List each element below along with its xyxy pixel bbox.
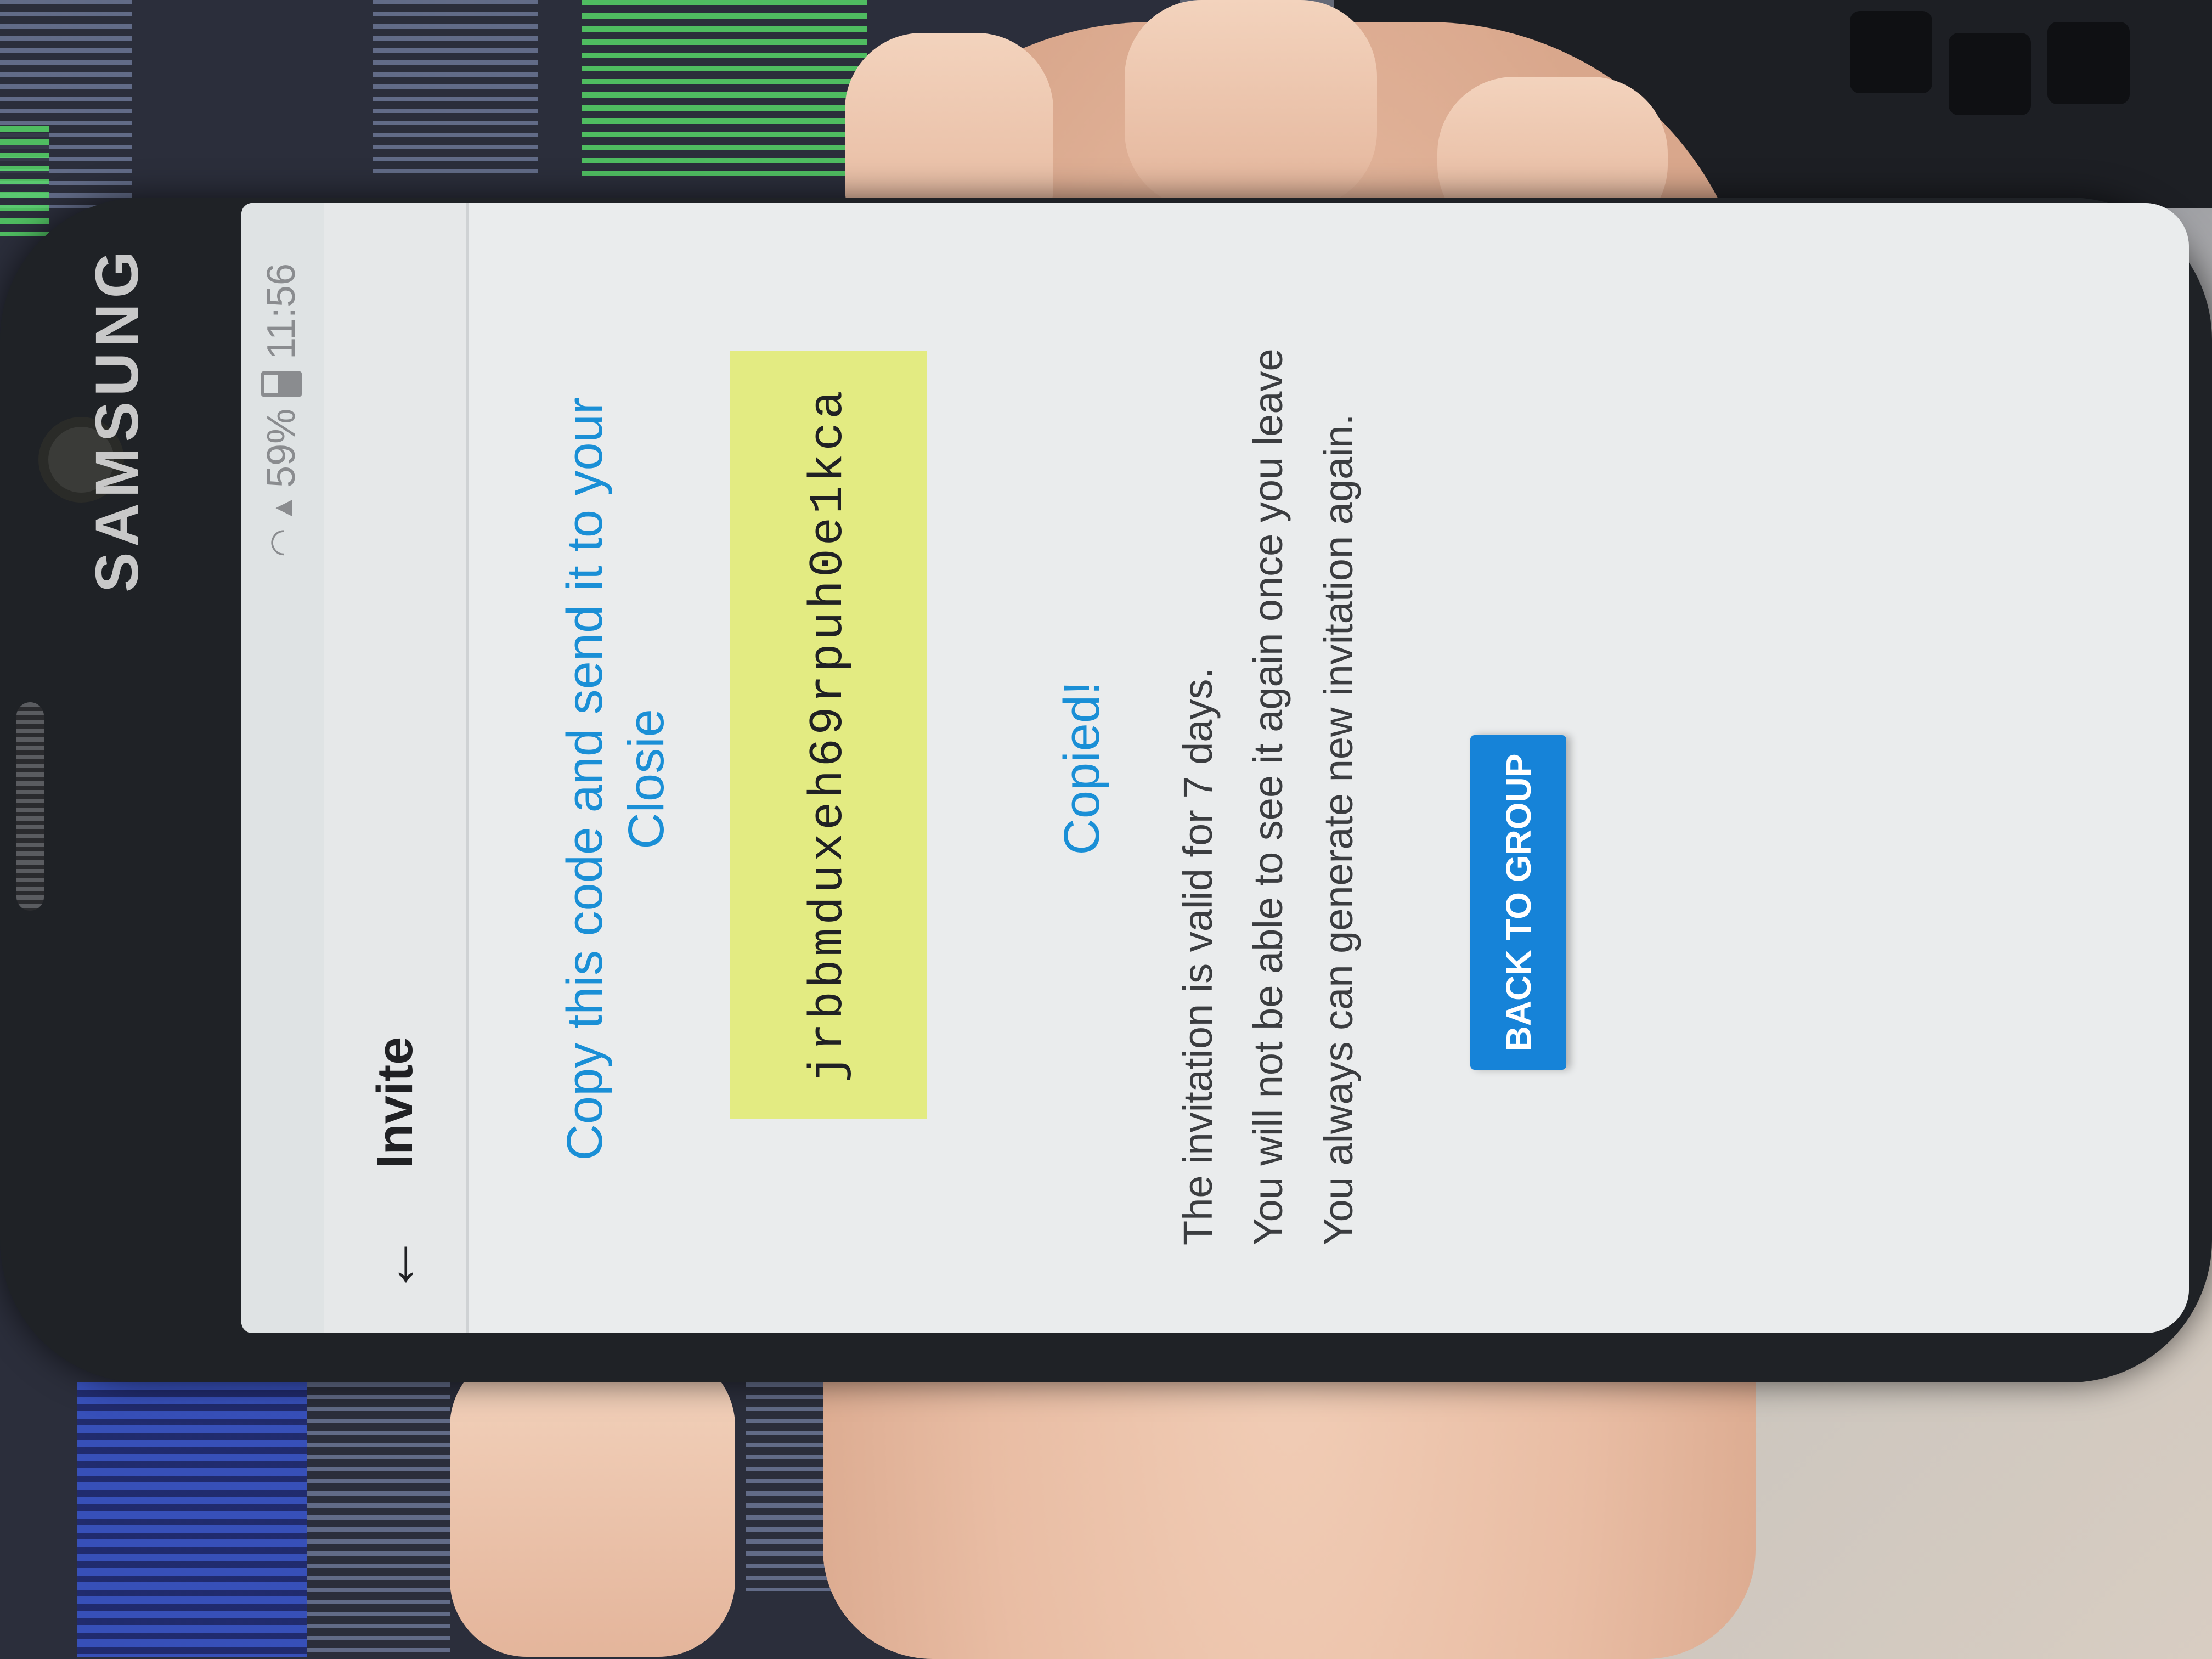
info-line: You always can generate new invitation a… xyxy=(1316,414,1361,1245)
earpiece-speaker xyxy=(16,702,44,911)
info-line: The invitation is valid for 7 days. xyxy=(1175,668,1221,1245)
battery-percent: 59% xyxy=(259,408,303,488)
toolbar: ← Invite xyxy=(324,203,469,1333)
invite-screen: ◠ ▴ 59% 11:56 ← Invite Copy this code an… xyxy=(241,203,2189,1333)
wifi-icon: ◠ xyxy=(263,528,300,557)
code-column xyxy=(77,1383,307,1657)
battery-icon xyxy=(261,371,302,397)
page-title: Invite xyxy=(366,1036,423,1169)
invite-code-box[interactable]: jrbbmduxeh69rpuh0e1kca xyxy=(730,351,927,1119)
finger xyxy=(1125,0,1377,208)
brand-logo: SAMSUNG xyxy=(83,245,151,592)
invite-code[interactable]: jrbbmduxeh69rpuh0e1kca xyxy=(802,387,855,1082)
invite-info: The invitation is valid for 7 days. You … xyxy=(1163,203,1374,1245)
status-indicators: ◠ ▴ 59% 11:56 xyxy=(259,263,304,557)
photo-scene: SAMSUNG ◠ ▴ 59% 11:56 ← Invite Copy this… xyxy=(0,0,2212,1659)
copied-confirmation: Copied! xyxy=(1054,681,1110,855)
back-to-group-button[interactable]: BACK TO GROUP xyxy=(1470,735,1566,1070)
info-line: You will not be able to see it again onc… xyxy=(1245,348,1291,1245)
keyboard-key xyxy=(1949,33,2031,115)
status-time: 11:56 xyxy=(259,263,303,359)
phone-screen: ◠ ▴ 59% 11:56 ← Invite Copy this code an… xyxy=(241,203,2189,1333)
code-column xyxy=(373,0,538,181)
code-column xyxy=(582,0,867,176)
keyboard-key xyxy=(1850,11,1932,93)
keyboard-key xyxy=(2047,22,2130,104)
back-arrow-icon[interactable]: ← xyxy=(362,1234,429,1295)
thumb xyxy=(450,1350,735,1657)
signal-icon: ▴ xyxy=(263,499,300,517)
code-column xyxy=(307,1383,450,1657)
status-bar: ◠ ▴ 59% 11:56 xyxy=(241,203,324,1333)
code-column xyxy=(0,126,49,236)
invite-headline: Copy this code and send it to your Closi… xyxy=(557,397,674,1161)
